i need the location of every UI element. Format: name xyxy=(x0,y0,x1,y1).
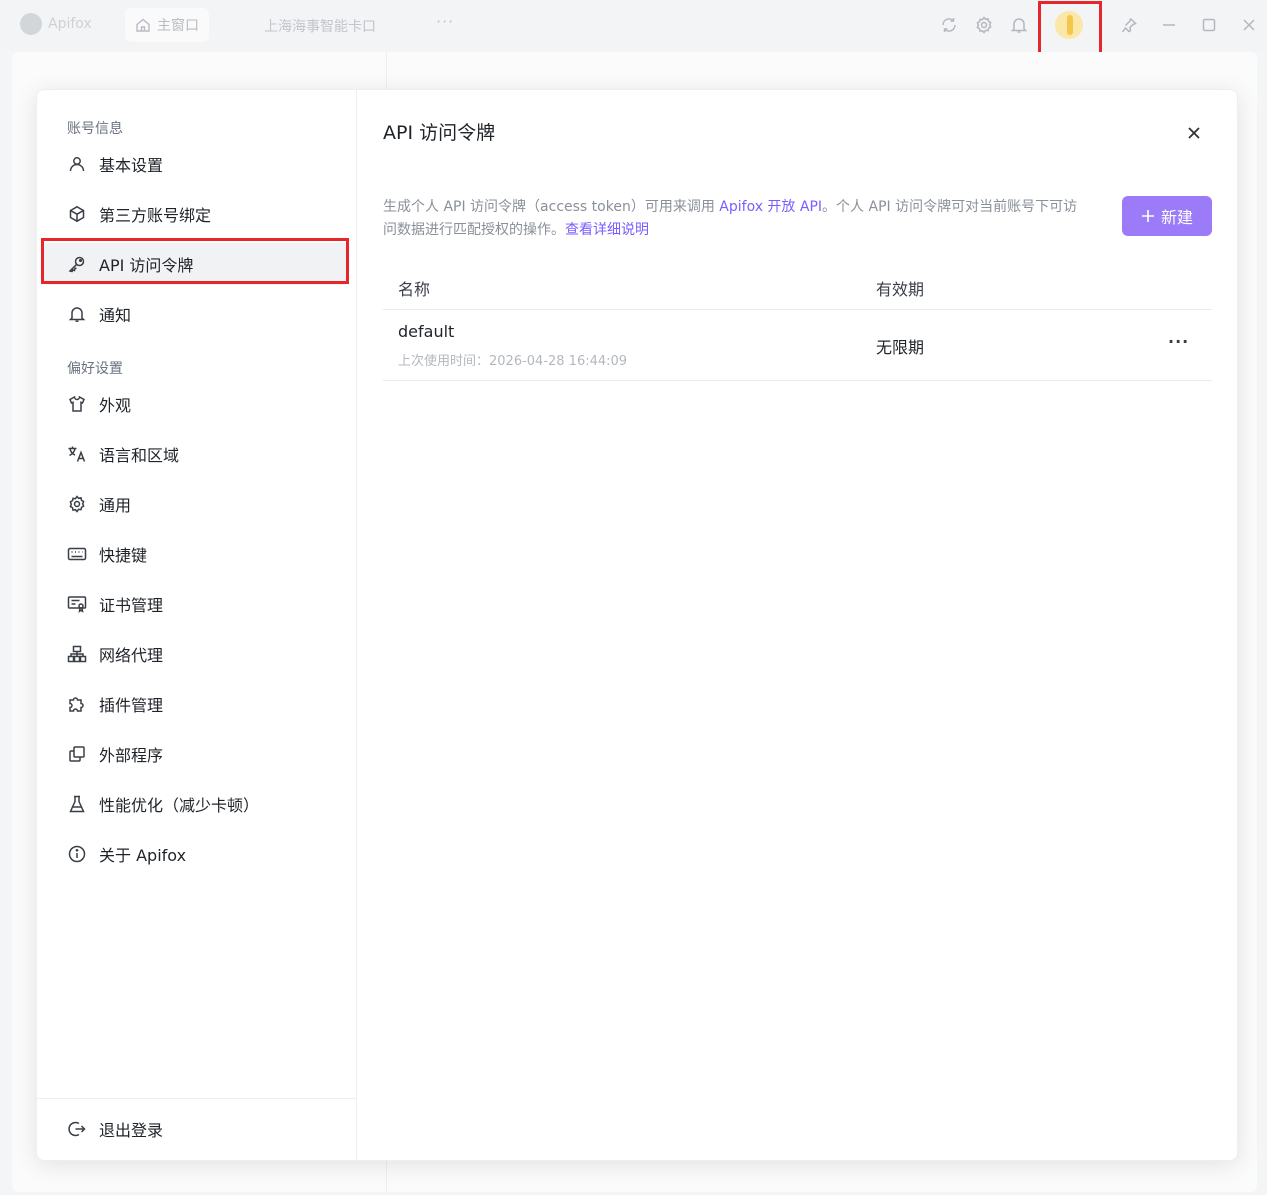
sidebar-item-label: 语言和区域 xyxy=(99,446,180,465)
sidebar-item-label: 关于 Apifox xyxy=(99,846,187,865)
cube-icon xyxy=(67,204,87,224)
tab-home-label: 主窗口 xyxy=(157,18,199,34)
active-item-highlight xyxy=(41,238,349,284)
refresh-icon[interactable] xyxy=(938,14,960,36)
app-logo: Apifox xyxy=(20,13,92,35)
network-icon xyxy=(67,644,87,664)
sidebar-item-basic-settings[interactable]: 基本设置 xyxy=(43,143,347,185)
flask-icon xyxy=(67,794,87,814)
table-header: 名称 有效期 xyxy=(383,265,1212,310)
gear-icon[interactable] xyxy=(973,14,995,36)
new-token-label: 新建 xyxy=(1160,208,1193,227)
sidebar-item-label: 通知 xyxy=(99,306,132,325)
logout-label: 退出登录 xyxy=(99,1121,164,1140)
page-title: API 访问令牌 xyxy=(383,122,496,144)
close-icon[interactable] xyxy=(1238,14,1260,36)
bell-icon[interactable] xyxy=(1008,14,1030,36)
user-icon xyxy=(67,154,87,174)
sidebar-item-notifications[interactable]: 通知 xyxy=(43,293,347,335)
sidebar-item-performance[interactable]: 性能优化（减少卡顿） xyxy=(43,783,347,825)
sidebar-item-general[interactable]: 通用 xyxy=(43,483,347,525)
gear-icon xyxy=(67,494,87,514)
sidebar-item-shortcuts[interactable]: 快捷键 xyxy=(43,533,347,575)
translate-icon xyxy=(67,444,87,464)
home-icon xyxy=(136,18,150,32)
new-token-button[interactable]: 新建 xyxy=(1122,196,1212,236)
sidebar-item-label: 外观 xyxy=(99,396,132,415)
sidebar-item-label: 外部程序 xyxy=(99,746,164,765)
sidebar-item-certificates[interactable]: 证书管理 xyxy=(43,583,347,625)
avatar[interactable] xyxy=(1055,11,1083,39)
maximize-icon[interactable] xyxy=(1198,14,1220,36)
column-expiry-header: 有效期 xyxy=(876,280,925,299)
app-name: Apifox xyxy=(48,16,92,32)
tabs-more-button[interactable]: ··· xyxy=(436,12,454,31)
tab-project[interactable]: 上海海事智能卡口 xyxy=(264,16,376,36)
sidebar-item-plugins[interactable]: 插件管理 xyxy=(43,683,347,725)
column-name-header: 名称 xyxy=(398,280,431,299)
sidebar-item-label: 通用 xyxy=(99,496,132,515)
copy-icon xyxy=(67,744,87,764)
sidebar-item-label: 网络代理 xyxy=(99,646,164,665)
sidebar-divider xyxy=(37,1098,356,1099)
settings-content: API 访问令牌 生成个人 API 访问令牌（access token）可用来调… xyxy=(357,90,1237,1160)
pin-icon[interactable] xyxy=(1118,14,1140,36)
description: 生成个人 API 访问令牌（access token）可用来调用 Apifox … xyxy=(383,196,1083,242)
plus-icon xyxy=(1141,210,1154,222)
sidebar-item-label: 快捷键 xyxy=(99,546,148,565)
logout-icon xyxy=(67,1119,87,1139)
puzzle-icon xyxy=(67,694,87,714)
title-bar: Apifox 主窗口 上海海事智能卡口 ··· xyxy=(0,0,1267,57)
details-link[interactable]: 查看详细说明 xyxy=(565,222,649,238)
row-more-button[interactable]: ··· xyxy=(1168,332,1189,351)
minimize-icon[interactable] xyxy=(1158,14,1180,36)
settings-dialog: 账号信息 基本设置 第三方账号绑定 API 访问令牌 通知 偏好设置 外观 语言… xyxy=(36,89,1238,1161)
logout-button[interactable]: 退出登录 xyxy=(43,1108,347,1150)
sidebar-item-about[interactable]: 关于 Apifox xyxy=(43,833,347,875)
settings-sidebar: 账号信息 基本设置 第三方账号绑定 API 访问令牌 通知 偏好设置 外观 语言… xyxy=(37,90,357,1160)
sidebar-item-language[interactable]: 语言和区域 xyxy=(43,433,347,475)
description-text: 生成个人 API 访问令牌（access token）可用来调用 xyxy=(383,199,720,215)
token-name: default xyxy=(398,322,455,341)
shirt-icon xyxy=(67,394,87,414)
sidebar-item-label: 证书管理 xyxy=(99,596,164,615)
apifox-logo-icon xyxy=(20,13,42,35)
certificate-icon xyxy=(67,594,87,614)
tab-home[interactable]: 主窗口 xyxy=(125,8,209,42)
sidebar-item-label: 插件管理 xyxy=(99,696,164,715)
sidebar-item-label: 基本设置 xyxy=(99,156,164,175)
close-dialog-button[interactable] xyxy=(1185,124,1203,142)
sidebar-item-appearance[interactable]: 外观 xyxy=(43,383,347,425)
table-row[interactable]: default 上次使用时间：2026-04-28 16:44:09 无限期 ·… xyxy=(383,310,1212,381)
bell-icon xyxy=(67,304,87,324)
sidebar-item-label: 第三方账号绑定 xyxy=(99,206,212,225)
sidebar-item-third-party[interactable]: 第三方账号绑定 xyxy=(43,193,347,235)
section-account-title: 账号信息 xyxy=(67,121,123,137)
token-table: 名称 有效期 default 上次使用时间：2026-04-28 16:44:0… xyxy=(383,265,1212,381)
token-expiry: 无限期 xyxy=(876,338,925,357)
sidebar-item-external-programs[interactable]: 外部程序 xyxy=(43,733,347,775)
section-prefs-title: 偏好设置 xyxy=(67,361,123,377)
info-icon xyxy=(67,844,87,864)
open-api-link[interactable]: Apifox 开放 API xyxy=(719,199,822,215)
sidebar-item-proxy[interactable]: 网络代理 xyxy=(43,633,347,675)
token-last-used: 上次使用时间：2026-04-28 16:44:09 xyxy=(398,354,628,369)
keyboard-icon xyxy=(67,544,87,564)
sidebar-item-label: 性能优化（减少卡顿） xyxy=(99,796,260,815)
close-icon xyxy=(1188,127,1200,139)
